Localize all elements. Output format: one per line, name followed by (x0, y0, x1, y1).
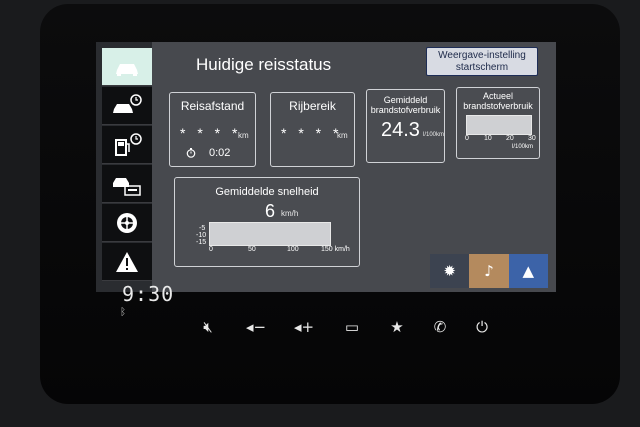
tire-icon (117, 212, 137, 233)
left-menu (96, 42, 152, 292)
display-settings-label-2: startscherm (455, 61, 509, 73)
cur-consumption-label-2: brandstofverbruik (463, 101, 533, 111)
range-unit: km (337, 131, 348, 140)
menu-vehicle-settings[interactable] (102, 165, 152, 203)
hardware-buttons: 🔇︎ ◂− ◂+ ▭ ★ ✆ ⏻ (195, 318, 495, 348)
speed-tick-150: 150 km/h (321, 246, 350, 253)
tile-trip-distance[interactable]: Reisafstand * * * * km 0:02 (169, 92, 256, 167)
tile-range[interactable]: Rijbereik * * * * km (270, 92, 355, 167)
volume-up-icon: ◂+ (293, 318, 315, 336)
screen-off-icon: ▭ (344, 318, 360, 336)
trip-distance-label: Reisafstand (180, 99, 245, 113)
phone-icon: ✆ (433, 318, 447, 336)
clock: 9:30 (122, 282, 175, 306)
favorite-button[interactable]: ★ (384, 318, 410, 336)
volume-up-button[interactable]: ◂+ (291, 318, 317, 336)
power-button[interactable]: ⏻ (469, 318, 495, 336)
speed-tick-100: 100 (287, 246, 299, 253)
mute-icon: 🔇︎ (203, 318, 213, 336)
avg-consumption-value: 24.3 (381, 119, 420, 141)
menu-car-trip[interactable] (102, 87, 152, 125)
navigation-icon: ▲ (522, 262, 535, 280)
current-consumption-gauge (466, 115, 532, 135)
cur-tick-30: 30 (528, 135, 536, 142)
trip-time-value: 0:02 (209, 147, 231, 159)
trip-distance-unit: km (238, 131, 249, 140)
menu-tires[interactable] (102, 204, 152, 242)
display-settings-button[interactable]: Weergave-instelling startscherm (426, 47, 538, 76)
speed-side-tick-15: -15 (196, 239, 207, 246)
vehicle-settings-icon (113, 177, 141, 196)
cur-tick-20: 20 (506, 135, 514, 142)
tile-average-consumption[interactable]: Gemiddeld brandstofverbruik 24.3 l/100km (366, 89, 445, 163)
avg-speed-unit: km/h (281, 209, 299, 218)
speed-tick-0: 0 (209, 246, 213, 253)
menu-warnings[interactable] (102, 243, 152, 281)
mute-button[interactable]: 🔇︎ (195, 318, 221, 336)
cur-tick-0: 0 (465, 135, 469, 142)
range-label: Rijbereik (289, 99, 336, 113)
avg-consumption-label-2: brandstofverbruik (370, 105, 441, 115)
speed-side-tick-10: -10 (196, 232, 207, 239)
speed-tick-50: 50 (248, 246, 256, 253)
warning-icon (116, 251, 138, 272)
favorite-star-icon: ★ (390, 318, 404, 336)
menu-car[interactable] (102, 48, 152, 86)
menu-fuel[interactable] (102, 126, 152, 164)
phone-button[interactable]: ✆ (427, 318, 453, 336)
avg-speed-label: Gemiddelde snelheid (215, 186, 319, 198)
screen-off-button[interactable]: ▭ (339, 318, 365, 336)
trip-distance-value: * * * * (180, 125, 242, 141)
avg-consumption-unit: l/100km (423, 132, 445, 138)
mode-strip: ✹ ♪ ▲ (430, 254, 548, 288)
average-speed-gauge (209, 222, 331, 246)
speed-side-tick-5: -5 (199, 225, 206, 232)
power-icon: ⏻ (476, 318, 488, 336)
tile-current-consumption[interactable]: Actueel brandstofverbruik 0 10 20 30 l/1… (456, 87, 540, 159)
music-mode-button[interactable]: ♪ (469, 254, 509, 288)
fuel-clock-icon (115, 132, 142, 156)
page-title: Huidige reisstatus (196, 55, 332, 74)
stopwatch-icon (186, 148, 196, 158)
cur-consumption-unit: l/100km (512, 144, 534, 150)
cur-tick-10: 10 (484, 135, 492, 142)
display-settings-label-1: Weergave-instelling (438, 49, 526, 61)
avg-consumption-label-1: Gemiddeld (383, 95, 428, 105)
bluetooth-icon: ᛒ (120, 307, 126, 318)
range-value: * * * * (281, 125, 343, 141)
tile-average-speed[interactable]: Gemiddelde snelheid 6 km/h -5 -10 -15 0 … (174, 177, 360, 267)
volume-down-icon: ◂− (245, 318, 267, 336)
cur-consumption-label-1: Actueel (482, 91, 514, 101)
settings-icon: ✹ (443, 262, 456, 280)
volume-down-button[interactable]: ◂− (243, 318, 269, 336)
music-icon: ♪ (484, 262, 494, 280)
avg-speed-value: 6 (265, 201, 276, 221)
touchscreen: Huidige reisstatus Weergave-instelling s… (96, 42, 556, 292)
car-icon (116, 63, 138, 76)
settings-mode-button[interactable]: ✹ (430, 254, 470, 288)
car-clock-icon (113, 93, 142, 113)
navigation-mode-button[interactable]: ▲ (508, 254, 548, 288)
